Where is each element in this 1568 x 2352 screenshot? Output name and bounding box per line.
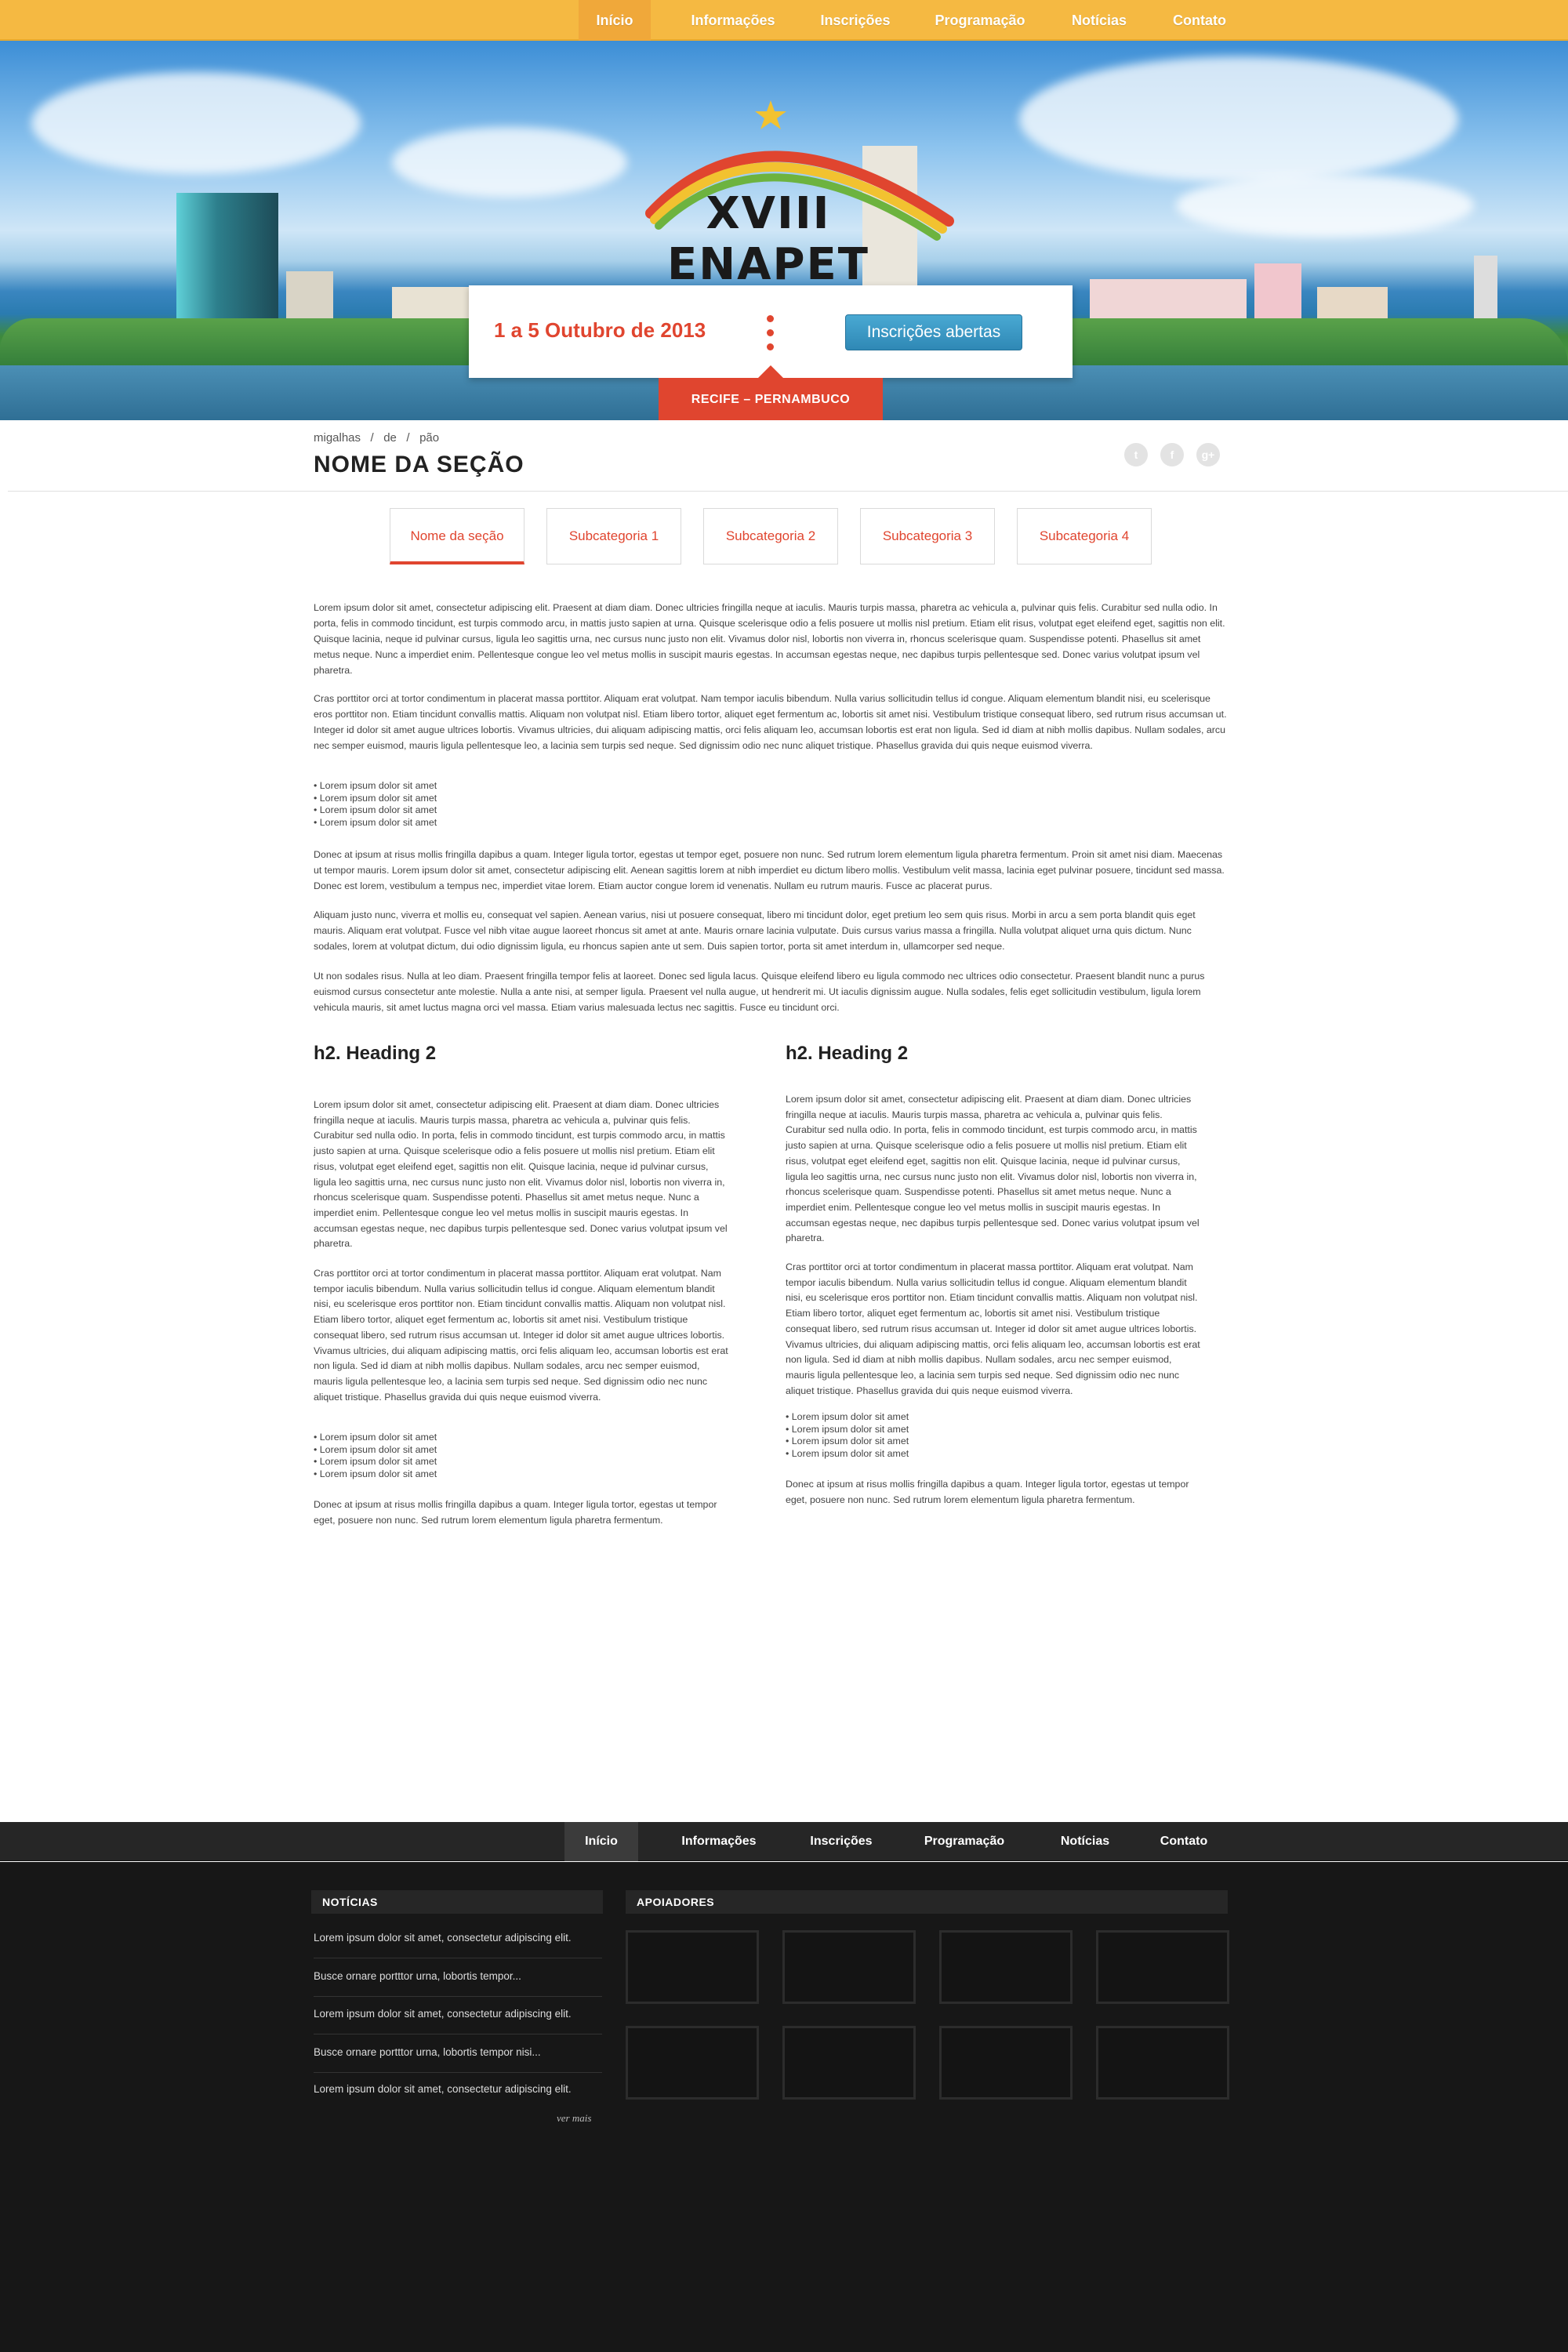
news-item[interactable]: Busce ornare portttor urna, lobortis tem… <box>314 1970 602 1997</box>
event-info-box: 1 a 5 Outubro de 2013 Inscrições abertas <box>469 285 1073 378</box>
tab-subcategoria-2[interactable]: Subcategoria 2 <box>703 508 838 564</box>
body-paragraph: Ut non sodales risus. Nulla at leo diam.… <box>314 971 1205 1013</box>
nav-item-programacao[interactable]: Programação <box>925 0 1035 41</box>
breadcrumb-separator: / <box>400 431 416 445</box>
list-item: • Lorem ipsum dolor sit amet <box>786 1447 909 1459</box>
column-heading: h2. Heading 2 <box>314 1043 437 1064</box>
column-paragraph: Lorem ipsum dolor sit amet, consectetur … <box>314 1099 728 1250</box>
sponsor-logo-slot[interactable] <box>782 2026 916 2100</box>
top-navigation: Início Informações Inscrições Programaçã… <box>0 0 1568 49</box>
registration-button[interactable]: Inscrições abertas <box>845 314 1022 350</box>
footer-navigation: Início Informações Inscrições Programaçã… <box>0 1822 1568 1861</box>
event-date: 1 a 5 Outubro de 2013 <box>494 318 706 342</box>
cloud <box>1176 174 1474 237</box>
list-item: • Lorem ipsum dolor sit amet <box>314 1432 437 1443</box>
sponsor-logo-slot[interactable] <box>1096 2026 1229 2100</box>
sponsor-logo-slot[interactable] <box>782 1930 916 2004</box>
news-heading: NOTÍCIAS <box>311 1890 603 1914</box>
footer-nav-programacao[interactable]: Programação <box>911 1822 1018 1861</box>
footer-nav-informacoes[interactable]: Informações <box>668 1822 770 1861</box>
sponsor-logo-slot[interactable] <box>1096 1930 1229 2004</box>
enapet-logo: XVIII ENAPET <box>604 96 964 290</box>
column-paragraph: Donec at ipsum at risus mollis fringilla… <box>314 1499 717 1526</box>
list-item: • Lorem ipsum dolor sit amet <box>314 1456 437 1467</box>
body-paragraph: Cras porttitor orci at tortor condimentu… <box>314 693 1227 751</box>
cloud <box>1019 56 1458 182</box>
news-item[interactable]: Lorem ipsum dolor sit amet, consectetur … <box>314 2008 602 2034</box>
bullet-list: • Lorem ipsum dolor sit amet • Lorem ips… <box>314 1432 437 1480</box>
tab-subcategoria-1[interactable]: Subcategoria 1 <box>546 508 681 564</box>
bullet-list: • Lorem ipsum dolor sit amet • Lorem ips… <box>786 1411 909 1460</box>
list-item: • Lorem ipsum dolor sit amet <box>314 780 437 791</box>
column-paragraph: Lorem ipsum dolor sit amet, consectetur … <box>786 1094 1200 1244</box>
news-item[interactable]: Busce ornare portttor urna, lobortis tem… <box>314 2046 602 2073</box>
list-item: • Lorem ipsum dolor sit amet <box>314 804 437 815</box>
column-paragraph: Cras porttitor orci at tortor condimentu… <box>786 1261 1200 1396</box>
news-item[interactable]: Lorem ipsum dolor sit amet, consectetur … <box>314 2083 602 2109</box>
tower-building <box>176 193 278 334</box>
sponsor-logo-slot[interactable] <box>939 2026 1073 2100</box>
column-paragraph: Donec at ipsum at risus mollis fringilla… <box>786 1479 1189 1505</box>
column-heading: h2. Heading 2 <box>786 1043 909 1064</box>
breadcrumb-item[interactable]: de <box>383 431 397 445</box>
footer-nav-inicio[interactable]: Início <box>564 1822 638 1861</box>
list-item: • Lorem ipsum dolor sit amet <box>314 816 437 828</box>
body-paragraph: Aliquam justo nunc, viverra et mollis eu… <box>314 909 1196 952</box>
googleplus-icon[interactable]: g+ <box>1196 443 1220 466</box>
list-item: • Lorem ipsum dolor sit amet <box>314 1468 437 1479</box>
divider <box>8 491 1568 492</box>
footer-nav-contato[interactable]: Contato <box>1146 1822 1221 1861</box>
cloud <box>392 127 627 198</box>
separator-dots <box>767 315 775 358</box>
nav-item-noticias[interactable]: Notícias <box>1060 0 1138 41</box>
page-title: NOME DA SEÇÃO <box>314 452 524 477</box>
sponsor-logo-slot[interactable] <box>626 1930 759 2004</box>
body-paragraph: Lorem ipsum dolor sit amet, consectetur … <box>314 602 1225 676</box>
twitter-icon[interactable]: t <box>1124 443 1148 466</box>
footer-nav-inscricoes[interactable]: Inscrições <box>798 1822 884 1861</box>
more-news-link[interactable]: ver mais <box>557 2112 591 2125</box>
hero-banner: XVIII ENAPET 1 a 5 Outubro de 2013 Inscr… <box>0 41 1568 420</box>
list-item: • Lorem ipsum dolor sit amet <box>314 792 437 804</box>
list-item: • Lorem ipsum dolor sit amet <box>786 1423 909 1435</box>
facebook-icon[interactable]: f <box>1160 443 1184 466</box>
breadcrumb-separator: / <box>364 431 381 445</box>
nav-item-informacoes[interactable]: Informações <box>682 0 784 41</box>
nav-item-inicio[interactable]: Início <box>579 0 651 49</box>
list-item: • Lorem ipsum dolor sit amet <box>314 1443 437 1455</box>
nav-item-inscricoes[interactable]: Inscrições <box>811 0 899 41</box>
tab-subcategoria-4[interactable]: Subcategoria 4 <box>1017 508 1152 564</box>
breadcrumb-item[interactable]: pão <box>419 431 439 445</box>
cloud <box>31 72 361 174</box>
sponsor-logo-slot[interactable] <box>939 1930 1073 2004</box>
body-paragraph: Donec at ipsum at risus mollis fringilla… <box>314 849 1225 891</box>
sponsor-logo-slot[interactable] <box>626 2026 759 2100</box>
news-item[interactable]: Lorem ipsum dolor sit amet, consectetur … <box>314 1932 602 1958</box>
logo-wordmark: XVIII ENAPET <box>667 188 869 290</box>
list-item: • Lorem ipsum dolor sit amet <box>786 1436 909 1446</box>
breadcrumb: migalhas / de / pão <box>314 431 439 445</box>
footer-nav-noticias[interactable]: Notícias <box>1046 1822 1124 1861</box>
tab-nome-da-secao[interactable]: Nome da seção <box>390 508 524 564</box>
breadcrumb-item[interactable]: migalhas <box>314 431 361 445</box>
list-item: • Lorem ipsum dolor sit amet <box>786 1411 909 1422</box>
tab-subcategoria-3[interactable]: Subcategoria 3 <box>860 508 995 564</box>
bullet-list: • Lorem ipsum dolor sit amet • Lorem ips… <box>314 780 437 829</box>
nav-item-contato[interactable]: Contato <box>1160 0 1239 41</box>
location-badge: RECIFE – PERNAMBUCO <box>659 365 883 420</box>
column-paragraph: Cras porttitor orci at tortor condimentu… <box>314 1268 728 1403</box>
sponsors-heading: APOIADORES <box>626 1890 1228 1914</box>
